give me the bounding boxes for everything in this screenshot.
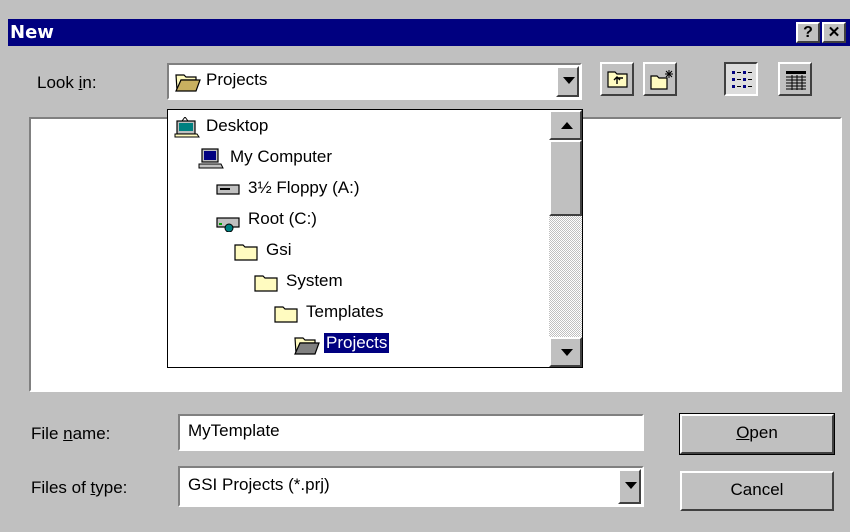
arrow-down-icon (561, 349, 573, 356)
look-in-dropdown-button[interactable] (556, 66, 579, 97)
files-of-type-combobox[interactable]: GSI Projects (*.prj) (178, 466, 644, 507)
open-button[interactable]: Open (679, 413, 835, 455)
files-of-type-value: GSI Projects (*.prj) (188, 475, 330, 494)
files-of-type-dropdown-button[interactable] (618, 469, 641, 504)
dialog-title: New (10, 22, 54, 43)
list-item-label: 3½ Floppy (A:) (248, 178, 360, 197)
look-in-dropdown-list: Desktop My Computer 3½ Floppy (A:) Root … (167, 109, 583, 368)
list-item-label: Projects (322, 332, 391, 354)
file-name-label: File name: (31, 424, 111, 443)
up-folder-icon (607, 71, 628, 88)
scroll-up-button[interactable] (549, 110, 582, 140)
cancel-button[interactable]: Cancel (680, 471, 834, 511)
look-in-value: Projects (206, 70, 268, 89)
hard-drive-icon (216, 217, 240, 232)
create-new-folder-button[interactable] (643, 62, 677, 96)
details-view-button[interactable] (778, 62, 812, 96)
desktop-icon (174, 117, 200, 138)
folder-icon (274, 306, 298, 323)
list-view-icon (732, 71, 752, 88)
chevron-down-icon (563, 77, 575, 84)
scrollbar-thumb[interactable] (549, 140, 582, 216)
folder-icon (234, 244, 258, 261)
new-folder-icon (650, 70, 673, 90)
file-name-input[interactable]: MyTemplate (178, 414, 644, 451)
arrow-up-icon (561, 122, 573, 129)
computer-icon (198, 148, 224, 169)
close-button[interactable]: ✕ (822, 22, 846, 43)
open-folder-icon (294, 337, 320, 355)
list-item-label: My Computer (230, 147, 333, 166)
list-item-label: Gsi (266, 240, 292, 259)
list-item-label: System (286, 271, 343, 290)
floppy-drive-icon (216, 184, 240, 195)
new-dialog: New ? ✕ Look in: Projects Desktop My Com… (0, 0, 850, 532)
list-view-button[interactable] (724, 62, 758, 96)
list-item-label: Root (C:) (248, 209, 317, 228)
help-button[interactable]: ? (796, 22, 820, 43)
folder-icon (254, 275, 278, 292)
dropdown-scrollbar[interactable] (549, 110, 582, 367)
details-view-icon (786, 71, 806, 90)
open-folder-icon (175, 74, 201, 92)
files-of-type-label: Files of type: (31, 478, 128, 497)
scroll-down-button[interactable] (549, 337, 582, 367)
title-bar[interactable]: New ? ✕ (8, 19, 850, 46)
list-item-label: Templates (306, 302, 384, 321)
list-item-label: Desktop (206, 116, 269, 135)
file-name-value: MyTemplate (188, 421, 280, 440)
chevron-down-icon (625, 482, 637, 489)
look-in-combobox[interactable]: Projects (167, 63, 582, 100)
up-one-level-button[interactable] (600, 62, 634, 96)
look-in-label: Look in: (37, 73, 97, 92)
